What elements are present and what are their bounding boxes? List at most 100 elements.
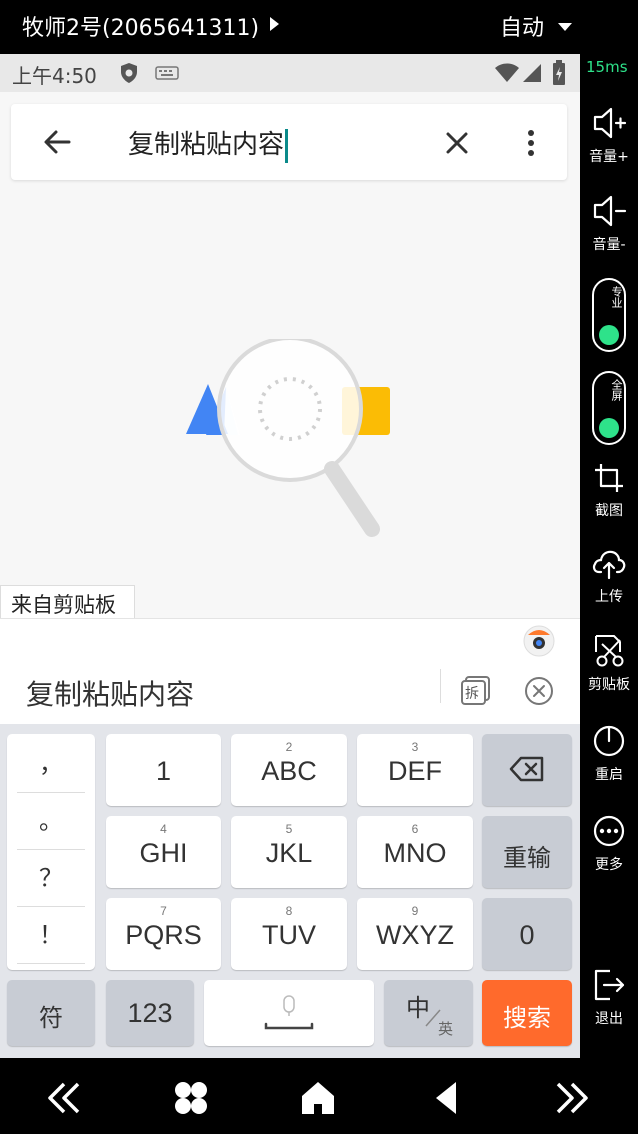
clear-icon[interactable] bbox=[445, 131, 469, 155]
back-icon[interactable] bbox=[426, 1078, 466, 1118]
key-period[interactable]: 。 bbox=[17, 793, 85, 850]
search-bar: 复制粘贴内容 bbox=[11, 104, 567, 180]
top-bar: 牧师2号(2065641311) 自动 bbox=[0, 0, 638, 54]
key-1[interactable]: 1 bbox=[106, 734, 221, 806]
battery-icon bbox=[553, 60, 565, 85]
keyboard-status-icon bbox=[155, 66, 179, 80]
key-0[interactable]: 0 bbox=[482, 898, 572, 970]
key-sub: 2 bbox=[285, 740, 293, 754]
shield-icon bbox=[121, 63, 137, 83]
exit-label: 退出 bbox=[595, 1011, 623, 1027]
volume-up-button[interactable]: 音量+ bbox=[580, 106, 638, 166]
key-exclaim[interactable]: ！ bbox=[17, 907, 85, 964]
more-vert-icon[interactable] bbox=[523, 128, 539, 158]
power-icon bbox=[593, 725, 625, 757]
search-empty-illustration bbox=[186, 339, 390, 537]
key-3[interactable]: 3 DEF bbox=[357, 734, 473, 806]
reinput-key[interactable]: 重输 bbox=[482, 816, 572, 888]
apps-icon[interactable] bbox=[171, 1078, 211, 1118]
screenshot-label: 截图 bbox=[595, 503, 623, 519]
exit-button[interactable]: 退出 bbox=[580, 968, 638, 1028]
close-circle-icon[interactable] bbox=[524, 676, 554, 706]
mic-icon bbox=[264, 995, 314, 1030]
screenshot-button[interactable]: 截图 bbox=[580, 462, 638, 520]
fullscreen-label: 全屏 bbox=[610, 379, 623, 401]
toggle-knob bbox=[599, 418, 619, 438]
key-label: DEF bbox=[388, 756, 442, 786]
key-label: 搜索 bbox=[503, 1004, 551, 1032]
key-2[interactable]: 2 ABC bbox=[231, 734, 347, 806]
key-sub: 8 bbox=[285, 904, 293, 918]
numbers-key[interactable]: 123 bbox=[106, 980, 194, 1046]
device-name[interactable]: 牧师2号(2065641311) bbox=[22, 10, 259, 42]
key-label: PQRS bbox=[125, 920, 202, 950]
lang-switch-key[interactable]: 中 英 bbox=[384, 980, 473, 1046]
scissors-icon bbox=[595, 635, 624, 667]
exit-icon bbox=[594, 969, 625, 1001]
device-dropdown-icon[interactable] bbox=[270, 17, 279, 31]
clipboard-panel: 复制粘贴内容 拆 bbox=[0, 618, 580, 724]
search-input[interactable]: 复制粘贴内容 bbox=[128, 124, 289, 163]
clipboard-label: 剪贴板 bbox=[588, 677, 630, 693]
more-label: 更多 bbox=[595, 857, 623, 873]
status-time: 上午4:50 bbox=[12, 64, 97, 88]
clipboard-content[interactable]: 复制粘贴内容 bbox=[26, 673, 194, 713]
rewind-icon[interactable] bbox=[44, 1078, 84, 1118]
home-icon[interactable] bbox=[298, 1078, 338, 1118]
mode-selector[interactable]: 自动 bbox=[500, 10, 544, 42]
search-query: 复制粘贴内容 bbox=[128, 130, 285, 160]
key-label: ABC bbox=[261, 756, 317, 786]
volume-up-label: 音量+ bbox=[589, 149, 629, 165]
clipboard-tab[interactable]: 来自剪贴板 bbox=[0, 585, 135, 619]
more-button[interactable]: 更多 bbox=[580, 814, 638, 874]
space-key[interactable] bbox=[204, 980, 374, 1046]
volume-down-label: 音量- bbox=[592, 237, 626, 253]
upload-label: 上传 bbox=[595, 589, 623, 605]
upload-icon bbox=[592, 550, 626, 580]
pro-mode-label: 专业 bbox=[610, 286, 623, 308]
phone-screen: 上午4:50 复制粘贴内容 来自剪贴板 复制粘贴内容 拆 ， 。 ？ ！ 1 2… bbox=[0, 54, 580, 1058]
key-label: 1 bbox=[155, 756, 172, 786]
backspace-icon bbox=[509, 756, 544, 782]
fullscreen-toggle[interactable]: 全屏 bbox=[592, 371, 626, 445]
key-5[interactable]: 5 JKL bbox=[231, 816, 347, 888]
key-7[interactable]: 7 PQRS bbox=[106, 898, 221, 970]
ime-keyboard: ， 。 ？ ！ 1 2 ABC 3 DEF 4 GHI 5 JKL 6 MNO … bbox=[0, 724, 580, 1058]
key-label: 0 bbox=[519, 920, 535, 950]
toggle-knob bbox=[599, 325, 619, 345]
back-arrow-icon[interactable] bbox=[43, 128, 71, 156]
split-button[interactable]: 拆 bbox=[461, 675, 491, 705]
volume-down-icon bbox=[593, 195, 627, 227]
key-9[interactable]: 9 WXYZ bbox=[357, 898, 473, 970]
restart-button[interactable]: 重启 bbox=[580, 724, 638, 784]
key-4[interactable]: 4 GHI bbox=[106, 816, 221, 888]
lang-sub: 英 bbox=[438, 1021, 454, 1038]
clipboard-button[interactable]: 剪贴板 bbox=[580, 634, 638, 694]
mode-dropdown-icon[interactable] bbox=[558, 23, 572, 31]
volume-down-button[interactable]: 音量- bbox=[580, 194, 638, 254]
key-sub: 3 bbox=[411, 740, 419, 754]
key-sub: 7 bbox=[160, 904, 167, 918]
key-label: TUV bbox=[262, 920, 316, 950]
key-sub: 5 bbox=[285, 822, 293, 836]
upload-button[interactable]: 上传 bbox=[580, 548, 638, 606]
key-comma[interactable]: ， bbox=[17, 736, 85, 793]
key-sub: 9 bbox=[411, 904, 419, 918]
pro-mode-toggle[interactable]: 专业 bbox=[592, 278, 626, 352]
search-key[interactable]: 搜索 bbox=[482, 980, 572, 1046]
key-8[interactable]: 8 TUV bbox=[231, 898, 347, 970]
volume-up-icon bbox=[593, 107, 627, 139]
key-6[interactable]: 6 MNO bbox=[357, 816, 473, 888]
symbols-key[interactable]: 符 bbox=[7, 980, 95, 1046]
forward-icon[interactable] bbox=[552, 1078, 592, 1118]
key-label: 123 bbox=[127, 998, 173, 1028]
mascot-icon[interactable] bbox=[522, 623, 556, 657]
bottom-nav bbox=[0, 1058, 638, 1134]
restart-label: 重启 bbox=[595, 767, 623, 783]
punctuation-column: ， 。 ？ ！ bbox=[7, 734, 95, 970]
key-label: WXYZ bbox=[376, 920, 454, 950]
more-icon bbox=[593, 815, 625, 847]
key-label: 重输 bbox=[503, 844, 551, 872]
key-question[interactable]: ？ bbox=[17, 850, 85, 907]
backspace-key[interactable] bbox=[482, 734, 572, 806]
